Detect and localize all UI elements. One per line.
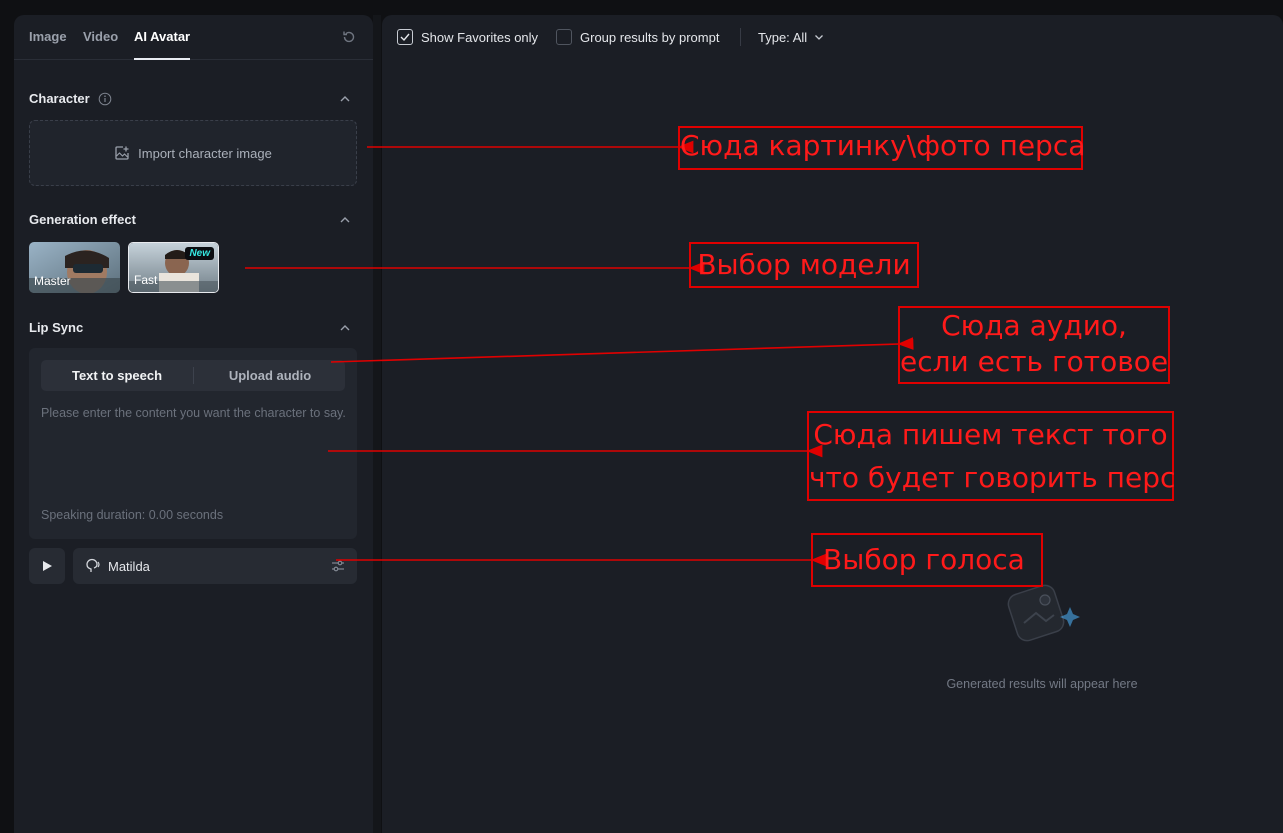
- speaking-duration: Speaking duration: 0.00 seconds: [41, 508, 224, 522]
- toolbar-divider: [740, 28, 741, 46]
- tab-image[interactable]: Image: [29, 29, 67, 44]
- chevron-up-icon[interactable]: [339, 93, 351, 105]
- tab-ai-avatar[interactable]: AI Avatar: [134, 29, 190, 44]
- chevron-up-icon[interactable]: [339, 322, 351, 334]
- annotation-audio: Сюда аудио, если есть готовое: [898, 306, 1170, 384]
- lipsync-section-title: Lip Sync: [29, 320, 84, 335]
- lipsync-panel: Text to speech Upload audio Speaking dur…: [29, 348, 357, 539]
- annotation-voice: Выбор голоса: [811, 533, 1043, 587]
- reset-icon[interactable]: [341, 29, 357, 45]
- play-voice-button[interactable]: [29, 548, 65, 584]
- info-icon[interactable]: [98, 92, 112, 106]
- model-master-label: Master: [34, 274, 71, 288]
- character-section-title: Character: [29, 91, 90, 106]
- model-master-option[interactable]: Master: [29, 242, 120, 293]
- active-tab-indicator: [134, 58, 190, 60]
- speech-text-input[interactable]: [41, 403, 347, 493]
- model-fast-option[interactable]: New Fast: [128, 242, 219, 293]
- empty-results-icon: [1007, 584, 1080, 642]
- play-icon: [43, 561, 52, 571]
- favorites-label[interactable]: Show Favorites only: [421, 30, 538, 45]
- settings-sliders-icon[interactable]: [331, 559, 345, 573]
- left-panel: Image Video AI Avatar Character Import c…: [14, 15, 373, 833]
- annotation-voice-text: Выбор голоса: [823, 543, 1025, 576]
- group-by-prompt-checkbox[interactable]: [556, 29, 572, 45]
- voice-name: Matilda: [108, 559, 150, 574]
- tab-bar: Image Video AI Avatar: [14, 15, 373, 60]
- chevron-up-icon[interactable]: [339, 214, 351, 226]
- type-filter-dropdown[interactable]: Type: All: [758, 30, 824, 45]
- new-badge: New: [185, 247, 214, 260]
- annotation-text-line2: что будет говорить перс: [809, 461, 1176, 494]
- voice-icon: [86, 558, 100, 572]
- tab-video[interactable]: Video: [83, 29, 118, 44]
- empty-results-text: Generated results will appear here: [946, 677, 1138, 691]
- annotation-model: Выбор модели: [689, 242, 919, 288]
- annotation-audio-line2: если есть готовое: [900, 345, 1169, 378]
- image-add-icon: [115, 146, 129, 160]
- group-by-prompt-label[interactable]: Group results by prompt: [580, 30, 719, 45]
- annotation-character: Сюда картинку\фото перса: [678, 126, 1086, 170]
- annotation-model-text: Выбор модели: [697, 248, 911, 281]
- panel-divider[interactable]: [373, 15, 381, 833]
- model-fast-label: Fast: [134, 273, 158, 287]
- tab-text-to-speech[interactable]: Text to speech: [41, 360, 193, 391]
- check-icon: [400, 33, 410, 42]
- tab-upload-audio[interactable]: Upload audio: [194, 360, 346, 391]
- import-character-label: Import character image: [138, 145, 272, 161]
- import-character-button[interactable]: Import character image: [29, 120, 357, 186]
- annotation-audio-line1: Сюда аудио,: [941, 309, 1127, 342]
- generation-section-title: Generation effect: [29, 212, 136, 227]
- annotation-text: Сюда пишем текст того что будет говорить…: [807, 411, 1176, 501]
- annotation-character-text: Сюда картинку\фото перса: [680, 129, 1086, 162]
- type-filter-label: Type: All: [758, 30, 808, 45]
- chevron-down-icon: [814, 35, 823, 40]
- lipsync-mode-switch: Text to speech Upload audio: [41, 360, 345, 391]
- annotation-text-line1: Сюда пишем текст того: [813, 418, 1168, 451]
- voice-selector[interactable]: Matilda: [73, 548, 357, 584]
- favorites-checkbox[interactable]: [397, 29, 413, 45]
